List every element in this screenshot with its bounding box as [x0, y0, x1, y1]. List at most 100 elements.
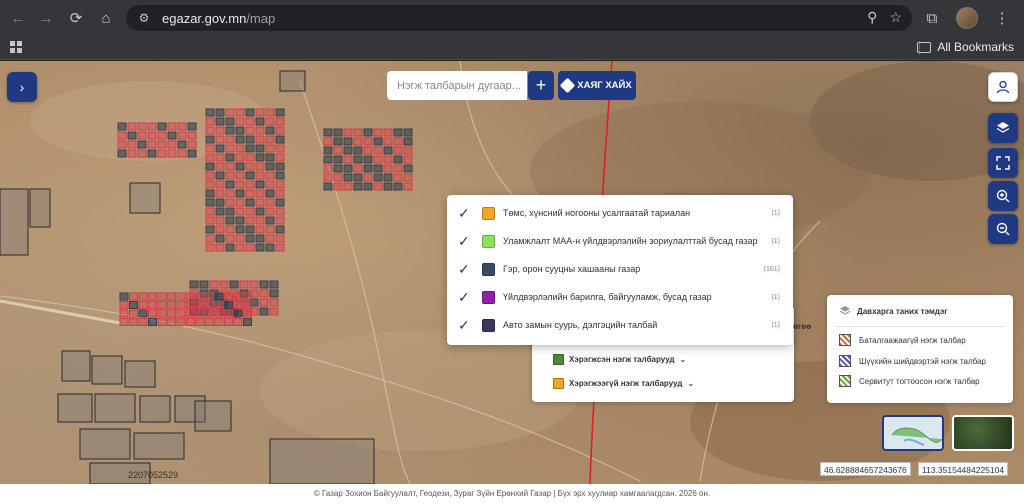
checkmark-icon[interactable]: ✓ [458, 205, 474, 222]
apps-grid-icon[interactable] [10, 41, 22, 53]
land-parcel [215, 108, 225, 117]
land-parcel [265, 243, 275, 252]
land-parcel [224, 301, 233, 309]
land-parcel [117, 140, 127, 149]
land-parcel [129, 318, 138, 326]
back-icon[interactable]: ← [4, 4, 32, 32]
land-parcel [225, 180, 235, 189]
land-parcel [265, 153, 275, 162]
land-parcel [205, 144, 215, 153]
implemented-parcels-toggle[interactable]: Хэрэгжсэн нэгж талбарууд ⌄ [553, 354, 686, 365]
land-parcel [383, 137, 393, 146]
land-parcel [167, 149, 177, 158]
land-parcel [138, 309, 148, 318]
land-use-count: (1) [771, 293, 780, 301]
extensions-icon[interactable]: ⧉ [918, 4, 946, 32]
menu-kebab-icon[interactable]: ⋮ [988, 4, 1016, 32]
reload-icon[interactable]: ⟳ [62, 4, 90, 32]
land-parcel [225, 216, 235, 225]
land-use-row[interactable]: ✓ Төмс, хүнсний ногооны усалгаатай тариа… [447, 199, 793, 227]
land-parcel [269, 298, 279, 307]
home-icon[interactable]: ⌂ [92, 4, 120, 32]
land-use-label: Үйлдвэрлэлийн барилга, байгууламж, бусад… [503, 292, 712, 302]
zoom-icon[interactable]: ⚲ [867, 9, 877, 26]
land-parcel [235, 162, 245, 171]
land-parcel [215, 207, 225, 216]
land-parcel [157, 122, 167, 131]
land-parcel [275, 135, 285, 144]
basemap-satellite-thumbnail[interactable] [952, 415, 1014, 451]
land-parcel [235, 171, 245, 180]
land-parcel [403, 137, 413, 146]
legend-item: Сервитут тогтоосон нэгж талбар [839, 375, 980, 387]
land-use-row[interactable]: ✓ Уламжлалт МАА-н үйлдвэрлэлийн зориулал… [447, 227, 793, 255]
land-parcel [275, 234, 285, 243]
land-parcel [215, 225, 225, 234]
land-parcel [147, 149, 157, 158]
land-parcel [275, 108, 285, 117]
land-parcel [245, 144, 255, 153]
land-parcel [353, 146, 363, 155]
land-parcel [233, 301, 243, 309]
sidebar-toggle-button[interactable]: › [7, 72, 37, 102]
land-parcel [353, 155, 363, 164]
land-parcel [269, 289, 279, 298]
all-bookmarks-button[interactable]: All Bookmarks [917, 40, 1014, 54]
add-parcel-button[interactable]: + [528, 71, 554, 100]
land-parcel [243, 301, 252, 309]
checkmark-icon[interactable]: ✓ [458, 233, 474, 250]
land-parcel [214, 292, 224, 301]
land-parcel [275, 126, 285, 135]
zoom-out-button[interactable] [988, 214, 1018, 244]
checkmark-icon[interactable]: ✓ [458, 317, 474, 334]
land-parcel [167, 292, 176, 301]
land-parcel [323, 137, 333, 146]
land-parcel [127, 140, 137, 149]
land-parcel [259, 280, 269, 289]
land-parcel [205, 198, 215, 207]
forward-icon[interactable]: → [32, 4, 60, 32]
site-info-icon[interactable]: ⚙ [136, 10, 152, 26]
land-parcel [215, 126, 225, 135]
address-bar[interactable]: ⚙ egazar.gov.mn/map ⚲ ☆ [126, 5, 912, 31]
land-parcel [275, 162, 285, 171]
layers-button[interactable] [988, 113, 1018, 143]
land-parcel [205, 117, 215, 126]
land-parcel [255, 171, 265, 180]
land-parcel [205, 135, 215, 144]
user-login-button[interactable] [988, 72, 1018, 102]
land-use-row[interactable]: ✓ Авто замын суурь, дэлгэцийн талбай (1) [447, 311, 793, 339]
parcel-search-input[interactable] [387, 71, 527, 100]
fullscreen-button[interactable] [988, 148, 1018, 178]
unimplemented-parcels-toggle[interactable]: Хэрэгжээгүй нэгж талбарууд ⌄ [553, 378, 694, 389]
land-use-row[interactable]: ✓ Үйлдвэрлэлийн барилга, байгууламж, бус… [447, 283, 793, 311]
land-parcel [137, 140, 147, 149]
land-parcel [403, 155, 413, 164]
land-parcel [148, 301, 157, 309]
hatch-swatch [839, 375, 851, 387]
bookmark-star-icon[interactable]: ☆ [889, 9, 902, 26]
land-parcel [353, 164, 363, 173]
land-parcel [265, 144, 275, 153]
profile-avatar[interactable] [956, 7, 978, 29]
land-parcel [235, 117, 245, 126]
land-parcel [243, 309, 252, 318]
address-search-button[interactable]: ХАЯГ ХАЙХ [558, 71, 636, 100]
basemap-map-thumbnail[interactable] [882, 415, 944, 451]
land-parcel [225, 171, 235, 180]
land-parcel [215, 234, 225, 243]
checkmark-icon[interactable]: ✓ [458, 289, 474, 306]
land-parcel [245, 126, 255, 135]
land-parcel [373, 155, 383, 164]
land-use-label: Төмс, хүнсний ногооны усалгаатай тариала… [503, 208, 691, 218]
land-use-row[interactable]: ✓ Гэр, орон сууцны хашааны газар (161) [447, 255, 793, 283]
expand-icon [996, 156, 1010, 170]
land-parcel [393, 128, 403, 137]
land-parcel [235, 198, 245, 207]
color-swatch [482, 234, 495, 248]
checkmark-icon[interactable]: ✓ [458, 261, 474, 278]
color-swatch [482, 206, 495, 220]
land-parcel [205, 180, 215, 189]
zoom-in-button[interactable] [988, 181, 1018, 211]
land-parcel [215, 153, 225, 162]
